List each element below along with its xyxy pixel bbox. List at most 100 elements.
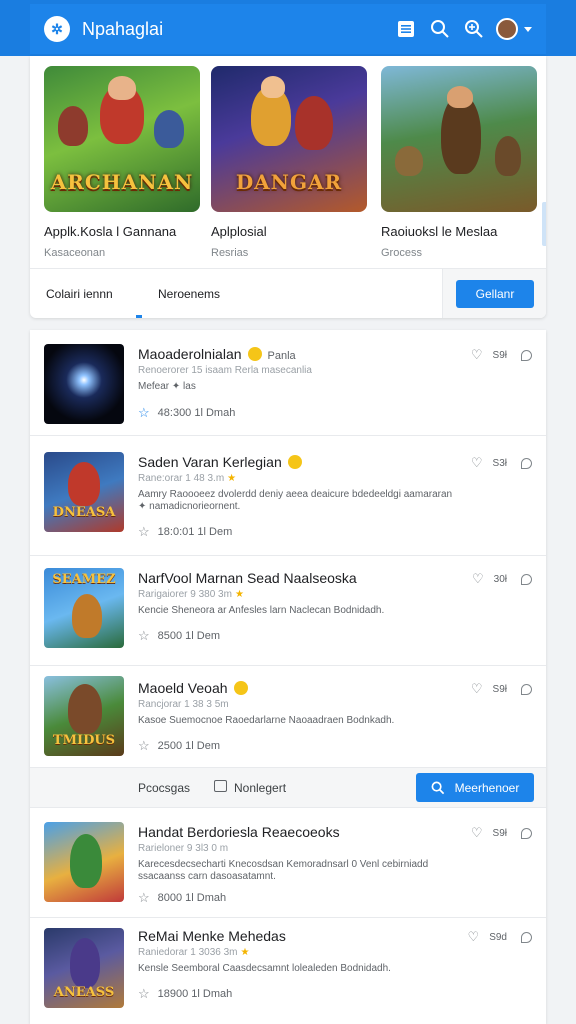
featured-thumbnail: DANGAR — [211, 66, 367, 212]
item-title-text: Maoaderolnialan — [138, 346, 242, 362]
item-description: Kasoe Suemocnoe Raoedarlarne Naoaadraen … — [138, 715, 395, 726]
item-stats-text: 8500 1l Dem — [157, 630, 221, 642]
like-icon[interactable]: ♡ — [471, 825, 483, 841]
tab-action-area: Gellanr — [442, 269, 546, 318]
comment-icon[interactable] — [521, 457, 532, 469]
top-bar: ✲ Npahaglai — [0, 0, 576, 56]
featured-title: Raoiuoksl le Meslaa — [381, 224, 498, 239]
item-title: Handat Berdoriesla Reaecoeoks — [138, 824, 340, 840]
item-title-text: Saden Varan Kerlegian — [138, 454, 282, 470]
list-item[interactable]: ANEASS ReMai Menke Mehedas Raniedorar 1 … — [30, 918, 546, 1024]
chevron-down-icon[interactable] — [524, 26, 532, 32]
item-description: Mefear ✦ las — [138, 381, 196, 392]
tab-2[interactable]: Neroenems — [158, 287, 220, 301]
comment-icon[interactable] — [521, 931, 532, 943]
link-notifications[interactable]: Nonlegert — [234, 781, 286, 795]
app-header: ✲ Npahaglai — [30, 4, 546, 54]
featured-card[interactable]: Raoiuoksl le Meslaa Grocess — [381, 66, 539, 259]
like-icon[interactable]: ♡ — [471, 455, 483, 471]
primary-button[interactable]: Gellanr — [456, 280, 534, 308]
item-meta: Rarigaiorer 9 380 3m ★ — [138, 589, 244, 600]
list-item[interactable]: Handat Berdoriesla Reaecoeoks Rarieloner… — [30, 808, 546, 918]
item-meta: Renoerorer 15 isaam Rerla masecanlia — [138, 365, 312, 376]
item-title-text: Maoeld Veoah — [138, 680, 228, 696]
comment-icon[interactable] — [521, 683, 532, 695]
list-item[interactable]: SEAMEZ NarfVool Marnan Sead Naalseoska R… — [30, 556, 546, 666]
carousel-next-peek[interactable] — [542, 202, 546, 246]
tab-bar: Colairi iennn Neroenems Gellanr — [30, 268, 546, 318]
list-item[interactable]: TMIDUS Maoeld Veoah Rancjorar 1 38 3 5m … — [30, 666, 546, 768]
link-progress[interactable]: Pcocsgas — [138, 781, 190, 795]
like-icon[interactable]: ♡ — [471, 681, 483, 697]
featured-panel: ARCHANAN Applk.Kosla l Gannana Kasaceona… — [30, 56, 546, 318]
comment-icon[interactable] — [521, 573, 532, 585]
chat-icon[interactable] — [214, 780, 227, 792]
featured-card[interactable]: ARCHANAN Applk.Kosla l Gannana Kasaceona… — [44, 66, 202, 259]
like-count: S9d — [489, 931, 507, 943]
item-meta: Rane:orar 1 48 3.m ★ — [138, 473, 236, 484]
item-stats-text: 2500 1l Dem — [157, 740, 221, 752]
comment-icon[interactable] — [521, 827, 532, 839]
search-icon[interactable] — [428, 17, 452, 41]
game-list: Maoaderolnialan Panla Renoerorer 15 isaam… — [30, 330, 546, 1024]
avatar[interactable] — [496, 18, 518, 40]
search-icon — [431, 781, 444, 794]
item-description: Aamry Raoooeez dvolerdd deniy aeea deaic… — [138, 489, 453, 512]
like-count: S9ł — [492, 827, 507, 839]
item-title: Maoeld Veoah — [138, 680, 248, 696]
featured-art-text: DANGAR — [235, 170, 343, 194]
like-count: S9ł — [492, 349, 507, 361]
list-item[interactable]: DNEASA Saden Varan Kerlegian Rane:orar 1… — [30, 436, 546, 556]
featured-subtitle: Resrias — [211, 247, 249, 259]
item-art-text: SEAMEZ — [52, 572, 116, 587]
featured-thumbnail: ARCHANAN — [44, 66, 200, 212]
item-stats-text: 8000 1l Dmah — [157, 892, 227, 904]
app-logo[interactable]: ✲ — [44, 16, 70, 42]
item-title: Saden Varan Kerlegian — [138, 454, 302, 470]
rating-star-icon: ★ — [240, 947, 250, 958]
featured-subtitle: Grocess — [381, 247, 422, 259]
item-meta-text: Rane:orar 1 48 3.m — [138, 473, 225, 484]
rating-star-icon: ★ — [227, 473, 237, 484]
featured-thumbnail — [381, 66, 537, 212]
item-description: Kencie Sheneora ar Anfesles larn Nacleca… — [138, 605, 385, 616]
zoom-icon[interactable] — [462, 17, 486, 41]
item-title: NarfVool Marnan Sead Naalseoska — [138, 570, 357, 586]
search-action-button[interactable]: Meerhenoer — [416, 773, 534, 802]
item-stats-text: 18:0:01 1l Dem — [157, 526, 233, 538]
item-stats: ☆ 18900 1l Dmah — [138, 986, 232, 1002]
star-icon[interactable]: ☆ — [138, 628, 150, 644]
like-count: S3ł — [492, 457, 507, 469]
featured-card[interactable]: DANGAR Aplplosial Resrias — [211, 66, 369, 259]
star-icon[interactable]: ☆ — [138, 986, 150, 1002]
logo-glyph: ✲ — [51, 20, 63, 37]
list-icon[interactable] — [394, 17, 418, 41]
star-icon[interactable]: ☆ — [138, 524, 150, 540]
item-actions: ♡ S9ł — [471, 347, 532, 363]
item-art-text: DNEASA — [52, 505, 116, 520]
list-item[interactable]: Maoaderolnialan Panla Renoerorer 15 isaam… — [30, 330, 546, 436]
featured-subtitle: Kasaceonan — [44, 247, 106, 259]
app-title: Npahaglai — [82, 18, 164, 39]
like-count: S9ł — [492, 683, 507, 695]
star-icon[interactable]: ☆ — [138, 405, 150, 421]
featured-carousel: ARCHANAN Applk.Kosla l Gannana Kasaceona… — [44, 66, 544, 266]
item-title: Maoaderolnialan Panla — [138, 346, 296, 362]
like-count: 30ł — [493, 573, 507, 585]
tab-indicator — [136, 315, 142, 318]
tab-1[interactable]: Colairi iennn — [46, 287, 113, 301]
featured-title: Aplplosial — [211, 224, 267, 239]
like-icon[interactable]: ♡ — [468, 929, 480, 945]
star-icon[interactable]: ☆ — [138, 738, 150, 754]
item-stats: ☆ 48:300 1l Dmah — [138, 405, 235, 421]
comment-icon[interactable] — [521, 349, 532, 361]
item-thumbnail — [44, 822, 124, 902]
like-icon[interactable]: ♡ — [472, 571, 484, 587]
star-icon[interactable]: ☆ — [138, 890, 150, 906]
like-icon[interactable]: ♡ — [471, 347, 483, 363]
item-stats: ☆ 8500 1l Dem — [138, 628, 220, 644]
item-stats: ☆ 2500 1l Dem — [138, 738, 220, 754]
rating-star-icon: ★ — [234, 589, 244, 600]
emoji-icon — [247, 347, 262, 361]
item-actions: ♡ S9d — [468, 929, 532, 945]
